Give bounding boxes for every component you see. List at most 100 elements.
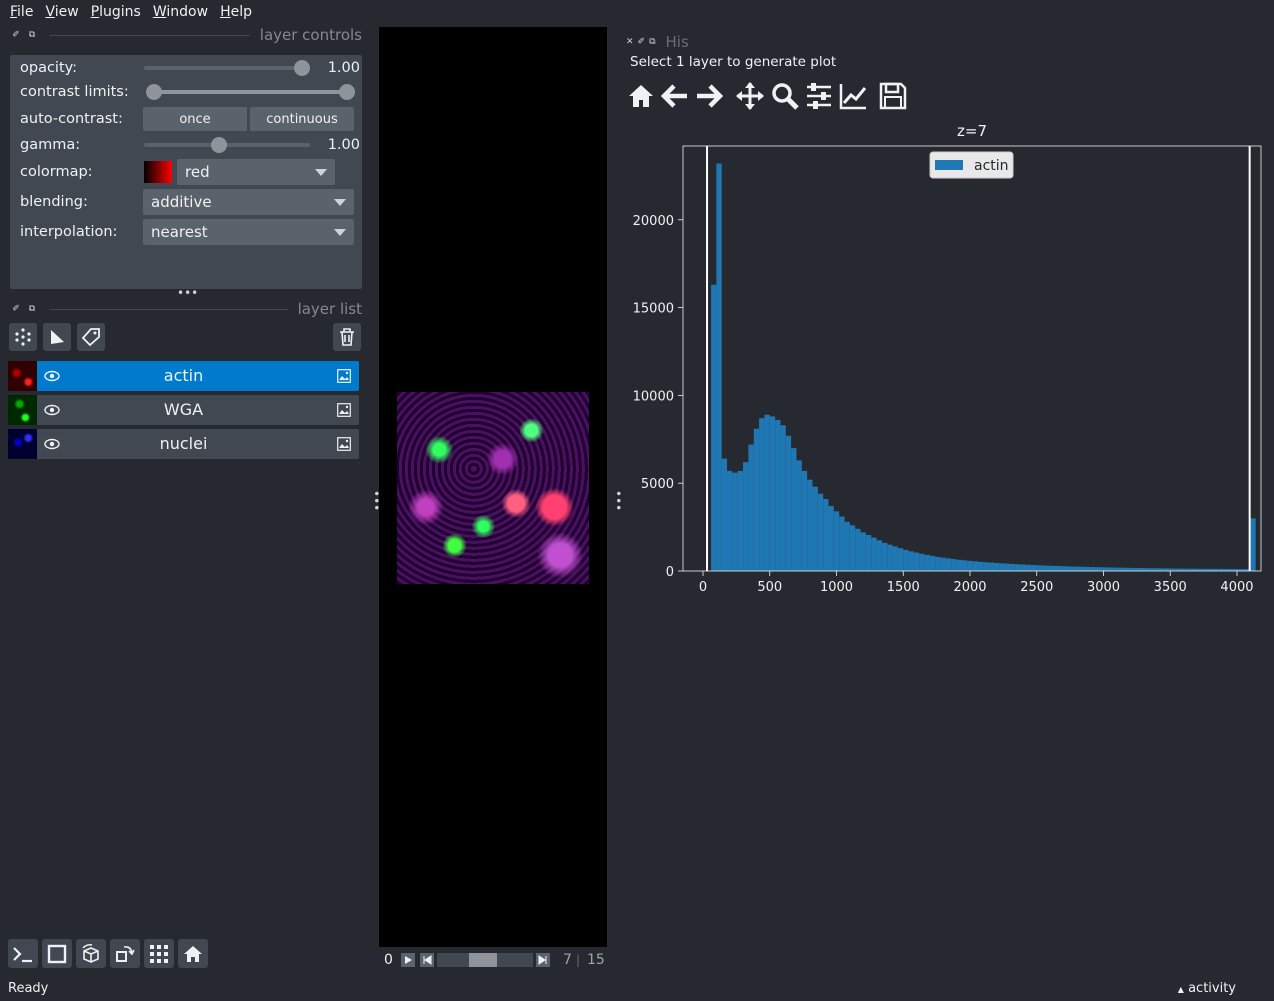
layer-row-wga[interactable]: WGA (8, 395, 359, 425)
histogram-bar (935, 556, 941, 571)
opacity-slider[interactable] (144, 66, 310, 70)
back-arrow-icon[interactable] (660, 81, 690, 111)
status-bar: Ready ▲ activity (0, 978, 1274, 1001)
activity-button[interactable]: ▲ activity (1178, 981, 1236, 996)
play-icon[interactable] (401, 953, 415, 967)
histogram-bar (1079, 566, 1085, 571)
transpose-button[interactable] (110, 939, 140, 968)
2d-3d-toggle-icon (47, 944, 67, 963)
blending-dropdown[interactable]: additive (143, 189, 354, 215)
image-layer-icon (337, 437, 351, 451)
auto-contrast-label: auto-contrast: (20, 111, 123, 127)
menu-window[interactable]: Window (147, 4, 214, 20)
step-back-icon[interactable] (420, 953, 434, 967)
menu-help[interactable]: Help (214, 4, 258, 20)
forward-arrow-icon[interactable] (694, 81, 724, 111)
reset-view-button[interactable] (178, 939, 208, 968)
histogram-bar (1026, 564, 1032, 571)
menu-plugins[interactable]: Plugins (85, 4, 147, 20)
layer-row-nuclei[interactable]: nuclei (8, 429, 359, 459)
new-points-layer-button[interactable] (9, 323, 37, 351)
contrast-limits-label: contrast limits: (20, 84, 129, 100)
x-tick-label: 1000 (820, 580, 853, 595)
contrast-max-handle[interactable] (339, 84, 355, 100)
layer-name: nuclei (159, 434, 208, 453)
viewer-canvas[interactable] (379, 27, 607, 947)
histogram-bar (1052, 565, 1059, 571)
new-shapes-layer-button[interactable] (43, 323, 71, 351)
save-icon[interactable] (878, 81, 908, 111)
auto-contrast-continuous-button[interactable]: continuous (250, 107, 354, 131)
histogram-bar (764, 414, 770, 571)
colormap-dropdown[interactable]: red (177, 159, 335, 185)
float-dock-icon[interactable]: ✐ (638, 37, 646, 47)
chart-title: z=7 (957, 122, 987, 140)
opacity-value: 1.00 (327, 60, 360, 76)
histogram-bar (871, 537, 877, 571)
roll-dims-button[interactable] (76, 939, 106, 968)
home-icon[interactable] (626, 81, 656, 111)
opacity-slider-handle[interactable] (294, 60, 310, 76)
interpolation-value: nearest (151, 223, 208, 241)
layer-name: WGA (163, 400, 204, 419)
colormap-swatch (144, 161, 172, 183)
histogram-bar (828, 506, 834, 571)
close-icon[interactable]: ✕ (626, 37, 634, 47)
zoom-icon[interactable] (770, 81, 800, 111)
hide-title-icon[interactable]: ⧉ (24, 30, 40, 40)
hide-title-icon[interactable]: ⧉ (24, 304, 40, 314)
y-tick-label: 0 (666, 565, 674, 580)
contrast-min-handle[interactable] (146, 84, 162, 100)
histogram-bar (1250, 518, 1256, 571)
ndisplay-button[interactable] (42, 939, 72, 968)
histogram-bar (988, 562, 995, 571)
gamma-label: gamma: (20, 137, 81, 153)
histogram-bar (732, 472, 738, 571)
gamma-slider[interactable] (144, 143, 310, 147)
histogram-bar (903, 549, 909, 571)
dims-slider-handle[interactable] (468, 953, 497, 967)
y-tick-label: 15000 (633, 302, 674, 317)
layer-row-actin[interactable]: actin (8, 361, 359, 391)
menu-file[interactable]: File (4, 4, 39, 20)
float-dock-icon[interactable]: ✐ (8, 30, 24, 40)
splitter-handle-icon[interactable]: ••• (177, 286, 198, 300)
histogram-bar (823, 498, 829, 571)
colormap-label: colormap: (20, 164, 93, 180)
console-icon (13, 946, 32, 962)
delete-layer-button[interactable] (333, 323, 361, 351)
x-tick-label: 1500 (887, 580, 920, 595)
float-dock-icon[interactable]: ✐ (8, 304, 24, 314)
histogram-message: Select 1 layer to generate plot (630, 54, 837, 70)
dims-separator: | (576, 953, 581, 967)
histogram-bar (1132, 567, 1139, 571)
histogram-bar (892, 546, 898, 571)
new-labels-layer-button[interactable] (77, 323, 105, 351)
blending-row: blending: additive (20, 189, 360, 215)
interpolation-dropdown[interactable]: nearest (143, 219, 354, 245)
histogram-bar (849, 525, 856, 571)
console-button[interactable] (8, 939, 38, 968)
trash-icon (340, 328, 354, 346)
histogram-bar (1058, 566, 1064, 571)
histogram-chart[interactable]: z=7 0 500 1000 1500 2000 2500 3000 3500 4000 0 500… (620, 117, 1274, 607)
histogram-bar (1068, 566, 1075, 571)
configure-subplots-icon[interactable] (804, 81, 834, 111)
grid-view-button[interactable] (144, 939, 174, 968)
histogram-bar (1015, 564, 1021, 571)
contrast-limits-slider[interactable] (154, 90, 354, 94)
layer-controls-title-bar: ✐ ⧉ layer controls (8, 26, 362, 44)
step-forward-icon[interactable] (536, 953, 550, 967)
dims-slider-track[interactable] (437, 953, 533, 967)
gamma-slider-handle[interactable] (211, 137, 227, 153)
pan-icon[interactable] (735, 81, 765, 111)
histogram-bar (924, 554, 930, 571)
edit-axis-icon[interactable] (838, 81, 868, 111)
layer-thumbnail (8, 361, 37, 391)
hide-title-icon[interactable]: ⧉ (649, 37, 655, 47)
menu-view[interactable]: View (39, 4, 84, 20)
histogram-bar (727, 470, 733, 571)
histogram-bar (1116, 567, 1123, 571)
histogram-bar (1020, 564, 1027, 571)
auto-contrast-once-button[interactable]: once (143, 107, 247, 131)
